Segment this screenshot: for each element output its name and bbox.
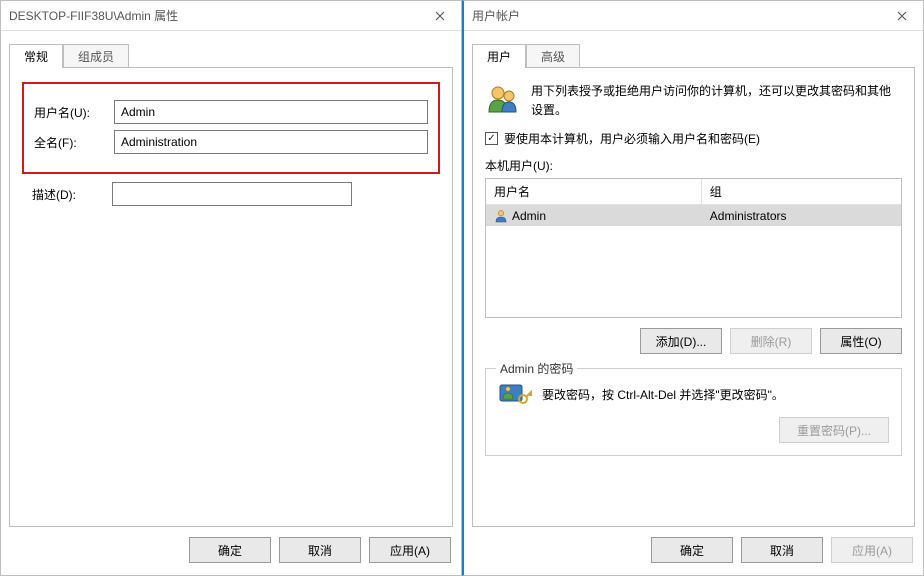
add-button[interactable]: 添加(D)... bbox=[640, 328, 722, 354]
close-button-left[interactable] bbox=[419, 1, 461, 31]
titlebar-left: DESKTOP-FIIF38U\Admin 属性 bbox=[1, 1, 461, 31]
local-users-label: 本机用户(U): bbox=[485, 157, 902, 174]
intro-row: 用下列表授予或拒绝用户访问你的计算机，还可以更改其密码和其他设置。 bbox=[485, 82, 902, 120]
button-row-right: 确定 取消 应用(A) bbox=[464, 527, 923, 575]
button-row-left: 确定 取消 应用(A) bbox=[1, 527, 461, 575]
key-icon bbox=[498, 379, 532, 409]
ok-button-right[interactable]: 确定 bbox=[651, 537, 733, 563]
close-button-right[interactable] bbox=[881, 1, 923, 31]
list-row[interactable]: Admin Administrators bbox=[486, 205, 901, 226]
tabpanel-general: 用户名(U): 全名(F): 描述(D): bbox=[9, 67, 453, 527]
close-icon bbox=[435, 11, 445, 21]
reset-password-button: 重置密码(P)... bbox=[779, 417, 889, 443]
highlight-box: 用户名(U): 全名(F): bbox=[22, 82, 440, 174]
label-description: 描述(D): bbox=[26, 186, 112, 203]
tab-advanced[interactable]: 高级 bbox=[526, 44, 580, 68]
description-field[interactable] bbox=[112, 182, 352, 206]
title-left: DESKTOP-FIIF38U\Admin 属性 bbox=[9, 7, 178, 24]
cancel-button-left[interactable]: 取消 bbox=[279, 537, 361, 563]
row-username: Admin bbox=[512, 209, 546, 223]
users-listview[interactable]: 用户名 组 Admin Administrators bbox=[485, 178, 902, 318]
titlebar-right: 用户帐户 bbox=[464, 1, 923, 31]
list-header: 用户名 组 bbox=[486, 179, 901, 205]
col-group[interactable]: 组 bbox=[702, 179, 901, 204]
tab-users[interactable]: 用户 bbox=[472, 44, 526, 68]
cancel-button-right[interactable]: 取消 bbox=[741, 537, 823, 563]
apply-button-right: 应用(A) bbox=[831, 537, 913, 563]
label-fullname: 全名(F): bbox=[28, 134, 114, 151]
tabs-left: 常规 组成员 bbox=[9, 43, 453, 67]
tab-members[interactable]: 组成员 bbox=[63, 44, 129, 68]
intro-text: 用下列表授予或拒绝用户访问你的计算机，还可以更改其密码和其他设置。 bbox=[531, 82, 902, 120]
checkbox-label: 要使用本计算机，用户必须输入用户名和密码(E) bbox=[504, 130, 760, 147]
password-text: 要改密码，按 Ctrl-Alt-Del 并选择"更改密码"。 bbox=[542, 386, 784, 403]
password-groupbox: Admin 的密码 要改密码，按 Ctrl-Alt-Del 并选择"更改密码"。… bbox=[485, 368, 902, 456]
checkbox-icon: ✓ bbox=[485, 132, 498, 145]
label-username: 用户名(U): bbox=[28, 104, 114, 121]
close-icon bbox=[897, 11, 907, 21]
list-buttons: 添加(D)... 删除(R) 属性(O) bbox=[485, 328, 902, 354]
row-group: Administrators bbox=[702, 207, 901, 225]
admin-properties-dialog: DESKTOP-FIIF38U\Admin 属性 常规 组成员 用户名(U): … bbox=[0, 0, 462, 576]
ok-button-left[interactable]: 确定 bbox=[189, 537, 271, 563]
tabs-right: 用户 高级 bbox=[472, 43, 915, 67]
apply-button-left[interactable]: 应用(A) bbox=[369, 537, 451, 563]
username-field[interactable] bbox=[114, 100, 428, 124]
fullname-field[interactable] bbox=[114, 130, 428, 154]
remove-button: 删除(R) bbox=[730, 328, 812, 354]
title-right: 用户帐户 bbox=[472, 7, 520, 24]
password-legend: Admin 的密码 bbox=[496, 360, 577, 377]
user-accounts-dialog: 用户帐户 用户 高级 用下列表授予或拒绝用户访问你的计算机，还可以更改其密码和其… bbox=[462, 0, 924, 576]
tab-general[interactable]: 常规 bbox=[9, 44, 63, 68]
users-icon bbox=[485, 82, 521, 118]
col-username[interactable]: 用户名 bbox=[486, 179, 702, 204]
user-icon bbox=[494, 209, 508, 223]
properties-button[interactable]: 属性(O) bbox=[820, 328, 902, 354]
require-password-row[interactable]: ✓ 要使用本计算机，用户必须输入用户名和密码(E) bbox=[485, 130, 902, 147]
tabpanel-users: 用下列表授予或拒绝用户访问你的计算机，还可以更改其密码和其他设置。 ✓ 要使用本… bbox=[472, 67, 915, 527]
